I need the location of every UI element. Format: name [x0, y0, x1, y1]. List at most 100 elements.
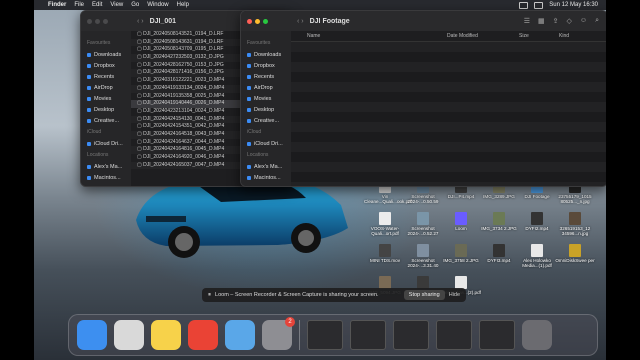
menu-file[interactable]: File [74, 2, 84, 8]
finder-sidebar: Favourites Downloads Dropbox Recents AirDrop… [81, 31, 131, 186]
wifi-icon[interactable] [534, 1, 544, 9]
desktop-icon[interactable]: IMG_3758 2.JPG [440, 244, 482, 263]
sidebar-item[interactable]: Alex's Ma... [81, 161, 131, 172]
menu-edit[interactable]: Edit [92, 2, 102, 8]
desktop-icon[interactable]: DYFI2.mp4 [516, 212, 558, 231]
column-header[interactable]: Name Date Modified Size Kind [291, 31, 606, 42]
sidebar-item[interactable]: Dropbox [241, 60, 291, 71]
desktop-icon-label: Screenshot 2024-...3.31.40 [407, 258, 439, 268]
clock[interactable]: Sun 12 May 16:30 [549, 2, 598, 8]
desktop-icon[interactable]: Loom [440, 212, 482, 231]
sidebar-item[interactable]: Macintos... [81, 172, 131, 183]
sidebar-item-label: Macintos... [254, 174, 281, 181]
battery-icon[interactable] [519, 1, 529, 9]
minimize-button[interactable] [95, 18, 100, 24]
menu-help[interactable]: Help [177, 2, 189, 8]
minimized-window-thumbnail[interactable] [350, 320, 386, 350]
back-forward-icon[interactable]: ‹ › [297, 18, 304, 25]
sidebar-item-label: Untitled [254, 186, 273, 187]
minimized-window-thumbnail[interactable] [307, 320, 343, 350]
sidebar-item[interactable]: Untitled [81, 183, 131, 187]
sidebar-item[interactable]: Recents [81, 71, 131, 82]
sidebar-item[interactable]: AirDrop [241, 82, 291, 93]
sidebar-item[interactable]: Downloads [241, 49, 291, 60]
desktop-icon[interactable]: Screenshot 2024-...0.52.27 [402, 212, 444, 236]
quicktime-icon[interactable] [225, 320, 255, 350]
sidebar-item[interactable]: Macintos... [241, 172, 291, 183]
sidebar-item[interactable]: Desktop [241, 104, 291, 115]
empty-row [291, 172, 606, 182]
desktop-icon[interactable]: Alex Holowko Media...(1).pdf [516, 244, 558, 268]
sidebar-item[interactable]: iCloud Dri... [241, 138, 291, 149]
search-icon[interactable]: ⌕ [595, 17, 599, 25]
minimize-button[interactable] [255, 18, 260, 24]
system-settings-icon[interactable]: 2 [262, 317, 295, 350]
folder-icon [87, 85, 91, 90]
minimized-window-thumbnail[interactable] [436, 320, 472, 350]
folder-icon [247, 74, 251, 79]
chrome-icon[interactable] [188, 320, 218, 350]
sidebar-item[interactable]: iCloud Dri... [81, 138, 131, 149]
action-icon[interactable]: ☺ [580, 17, 587, 25]
notes-icon[interactable] [151, 320, 181, 350]
tag-icon[interactable]: ◇ [567, 17, 572, 25]
sidebar-item[interactable]: Movies [241, 93, 291, 104]
file-thumbnail-icon [379, 212, 391, 225]
sidebar-item[interactable]: Movies [81, 93, 131, 104]
hide-button[interactable]: Hide [449, 292, 460, 298]
desktop-icon[interactable]: VOOS-Water-Quali...ort.pdf [364, 212, 406, 236]
screen: Finder File Edit View Go Window Help Sun… [34, 0, 606, 360]
desktop-icon[interactable]: MINI TDS.mov [364, 244, 406, 263]
menu-window[interactable]: Window [147, 2, 168, 8]
desktop-icon-label: MINI TDS.mov [369, 258, 401, 263]
column-kind[interactable]: Kind [559, 31, 599, 41]
zoom-button[interactable] [103, 18, 108, 24]
share-icon[interactable]: ⇪ [553, 17, 559, 25]
sidebar-item[interactable]: Recents [241, 71, 291, 82]
desktop-icon-label: Vin Cleane...Quali...ook.pdf [364, 194, 413, 204]
folder-icon [87, 175, 91, 180]
menu-app-finder[interactable]: Finder [48, 2, 66, 8]
column-date[interactable]: Date Modified [447, 31, 519, 41]
close-button[interactable] [87, 18, 92, 24]
column-size[interactable]: Size [519, 31, 559, 41]
zoom-button[interactable] [263, 18, 268, 24]
trash-icon[interactable] [522, 320, 552, 350]
back-forward-icon[interactable]: ‹ › [137, 18, 144, 25]
titlebar[interactable]: ‹ › DJI Footage ☰ ▦ ⇪ ◇ ☺ ⌕ [241, 11, 606, 31]
sidebar-item-label: Alex's Ma... [94, 163, 123, 170]
menu-go[interactable]: Go [131, 2, 139, 8]
stop-sharing-button[interactable]: Stop sharing [403, 290, 445, 300]
desktop-icon[interactable]: OmniDiskSwee per [554, 244, 596, 263]
sidebar-item[interactable]: Dropbox [81, 60, 131, 71]
finder-window-dji-footage[interactable]: ‹ › DJI Footage ☰ ▦ ⇪ ◇ ☺ ⌕ Favourites Do… [240, 10, 606, 187]
sidebar-item-label: Recents [254, 73, 275, 80]
desktop-icon[interactable]: Screenshot 2024-...3.31.40 [402, 244, 444, 268]
sidebar-item[interactable]: AirDrop [81, 82, 131, 93]
column-name[interactable]: Name [307, 31, 447, 41]
file-thumbnail-icon [379, 244, 391, 257]
launchpad-icon[interactable] [114, 320, 144, 350]
sidebar-item-label: Downloads [94, 51, 122, 58]
folder-icon [247, 118, 251, 123]
desktop-icon[interactable]: IMG_3734 2.JPG [478, 212, 520, 231]
sidebar-item[interactable]: Desktop [81, 104, 131, 115]
minimized-window-thumbnail[interactable] [479, 320, 515, 350]
finder-icon[interactable] [77, 320, 107, 350]
sidebar-item[interactable]: Downloads [81, 49, 131, 60]
sidebar-item[interactable]: Untitled [241, 183, 291, 187]
folder-icon [247, 164, 251, 169]
group-icon[interactable]: ▦ [538, 17, 545, 25]
close-button[interactable] [247, 18, 252, 24]
minimized-window-thumbnail[interactable] [393, 320, 429, 350]
sidebar-item[interactable]: Creative... [241, 115, 291, 126]
sidebar-item[interactable]: Creative... [81, 115, 131, 126]
desktop-icon[interactable]: 326519153_12 34596...n.jpg [554, 212, 596, 236]
sidebar-item[interactable]: Alex's Ma... [241, 161, 291, 172]
sidebar-section-heading: Locations [247, 152, 269, 158]
folder-icon [87, 52, 91, 57]
view-options-icon[interactable]: ☰ [524, 17, 530, 25]
desktop-icon[interactable]: DYFI3.mp4 [478, 244, 520, 263]
menu-view[interactable]: View [110, 2, 123, 8]
desktop-icon-label: DYFI2.mp4 [525, 226, 549, 231]
